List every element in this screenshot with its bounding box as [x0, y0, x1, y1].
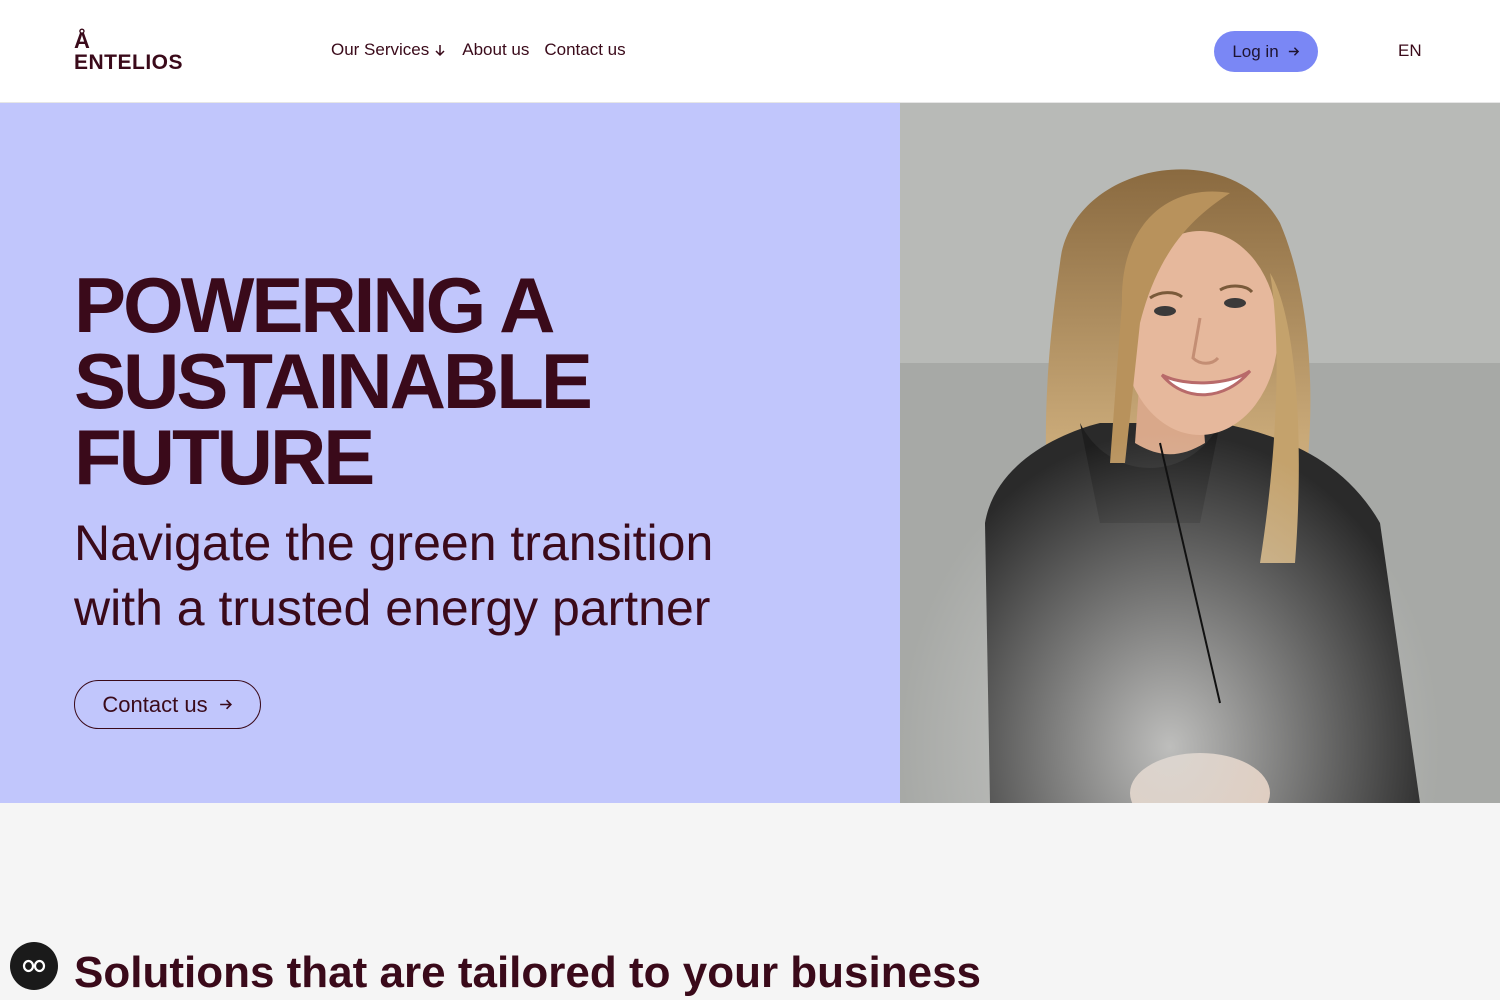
arrow-down-icon: [435, 45, 445, 57]
solutions-heading: Solutions that are tailored to your busi…: [74, 948, 982, 997]
logo-mark: Å: [74, 28, 90, 53]
logo-text: ENTELIOS: [74, 51, 184, 74]
accessibility-eye-icon: [22, 959, 46, 973]
contact-us-button-label: Contact us: [102, 691, 208, 717]
nav-about-us[interactable]: About us: [462, 40, 529, 60]
login-button[interactable]: Log in: [1214, 31, 1318, 72]
login-button-label: Log in: [1232, 41, 1279, 61]
entelios-logo[interactable]: Å ENTELIOS: [74, 28, 184, 74]
site-header: Å ENTELIOS Our Services About us Contact…: [0, 0, 1500, 103]
smiling-woman-image: [900, 103, 1500, 803]
nav-contact-us[interactable]: Contact us: [544, 40, 625, 60]
nav-our-services[interactable]: Our Services: [331, 40, 447, 60]
hero-subtitle: Navigate the green transition with a tru…: [74, 515, 714, 636]
arrow-right-icon: [219, 699, 232, 710]
nav-our-services-label: Our Services: [331, 40, 430, 59]
nav-contact-us-label: Contact us: [544, 40, 626, 59]
nav-about-us-label: About us: [462, 40, 530, 59]
main-nav: Our Services About us Contact us: [331, 40, 626, 60]
contact-us-button[interactable]: Contact us: [74, 680, 261, 729]
hero-section: POWERING A SUSTAINABLE FUTURE Navigate t…: [0, 103, 900, 803]
language-selector[interactable]: EN: [1398, 41, 1422, 61]
accessibility-button[interactable]: [10, 942, 58, 990]
arrow-right-icon: [1288, 47, 1299, 56]
hero-photo: [900, 103, 1500, 803]
hero-title: POWERING A SUSTAINABLE FUTURE: [74, 261, 593, 501]
